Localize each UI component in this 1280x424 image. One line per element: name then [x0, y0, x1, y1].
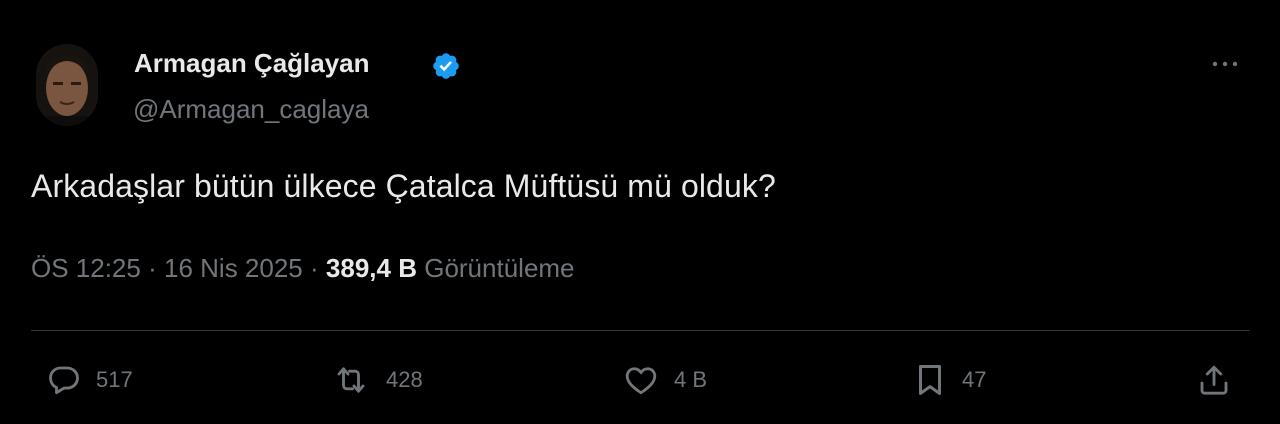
like-count: 4 B — [674, 367, 708, 392]
tweet-text: Arkadaşlar bütün ülkece Çatalca Müftüsü … — [31, 168, 776, 204]
bookmark-button[interactable]: 47 — [910, 358, 986, 402]
retweet-count: 428 — [386, 367, 423, 392]
bookmark-icon — [918, 365, 942, 395]
reply-count: 517 — [96, 367, 133, 392]
avatar-photo — [36, 44, 98, 126]
divider — [31, 330, 1250, 331]
reply-icon — [49, 366, 79, 395]
tweet-meta: ÖS 12:25 · 16 Nis 2025 · 389,4 B Görüntü… — [31, 253, 575, 284]
avatar[interactable] — [36, 44, 98, 126]
bookmark-count: 47 — [962, 367, 987, 392]
author-handle[interactable]: @Armagan_caglaya — [133, 94, 369, 125]
views-count: 389,4 B — [325, 253, 417, 283]
reply-button[interactable]: 517 — [44, 358, 133, 402]
retweet-button[interactable]: 428 — [328, 358, 423, 402]
views-label: Görüntüleme — [424, 253, 575, 283]
meta-separator: · — [310, 253, 319, 283]
tweet-time[interactable]: ÖS 12:25 — [31, 253, 141, 283]
tweet-date[interactable]: 16 Nis 2025 — [164, 253, 303, 283]
share-icon — [1200, 365, 1228, 395]
display-name[interactable]: Armagan Çağlayan — [134, 48, 370, 79]
like-icon — [625, 367, 657, 395]
more-icon[interactable] — [1208, 52, 1242, 76]
retweet-icon — [337, 367, 365, 393]
like-button[interactable]: 4 B — [620, 358, 707, 402]
verified-badge-icon[interactable] — [431, 51, 461, 81]
meta-separator: · — [148, 253, 157, 283]
share-button[interactable] — [1196, 358, 1232, 402]
